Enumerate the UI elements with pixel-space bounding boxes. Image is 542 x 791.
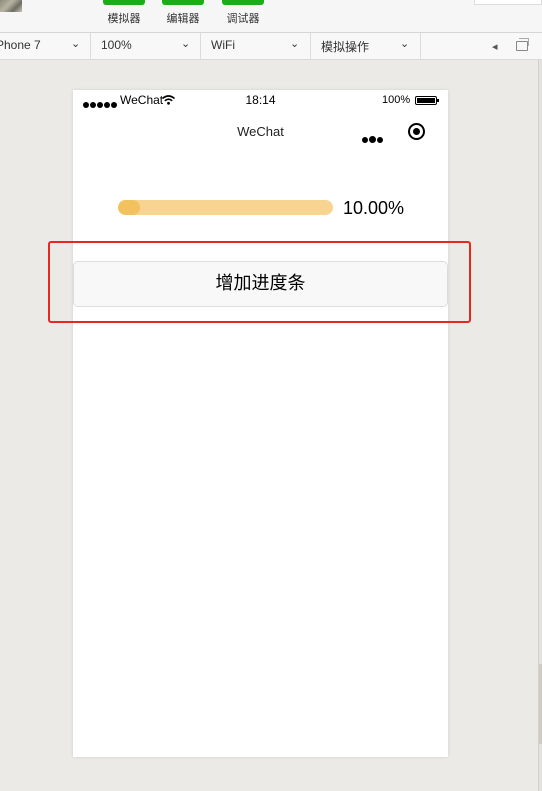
progress-bar	[118, 200, 333, 215]
more-icon[interactable]	[362, 130, 384, 143]
device-bar: Phone 7 ⌄ 100% ⌄ WiFi ⌄ 模拟操作 ⌄	[0, 33, 542, 60]
phone-simulator: WeChat 18:14 100% WeChat 10.00% 增加进度条	[73, 90, 448, 757]
highlight-annotation	[48, 241, 471, 323]
network-select-value: WiFi	[211, 38, 235, 52]
avatar[interactable]	[0, 0, 22, 12]
action-select-value: 模拟操作	[321, 40, 370, 54]
battery-percent: 100%	[382, 94, 411, 106]
debugger-tool-label: 调试器	[226, 13, 260, 25]
search-input[interactable]	[474, 0, 542, 5]
progress-label: 10.00%	[343, 198, 405, 218]
device-select[interactable]: Phone 7 ⌄	[0, 33, 91, 59]
action-select[interactable]: 模拟操作 ⌄	[311, 33, 421, 59]
network-select[interactable]: WiFi ⌄	[201, 33, 311, 59]
debugger-tool-icon	[222, 0, 264, 5]
editor-tool-label: 编辑器	[166, 13, 200, 25]
top-toolbar: 模拟器 编辑器 调试器	[0, 0, 542, 33]
device-select-value: Phone 7	[0, 38, 41, 52]
chevron-down-icon: ⌄	[290, 38, 300, 50]
editor-tool-icon	[162, 0, 204, 5]
zoom-select-value: 100%	[101, 38, 132, 52]
chevron-down-icon: ⌄	[71, 38, 81, 50]
simulator-tool-icon	[103, 0, 145, 5]
status-bar: WeChat 18:14 100%	[73, 90, 448, 110]
window-icon[interactable]	[516, 38, 529, 51]
close-icon[interactable]	[408, 123, 425, 140]
zoom-select[interactable]: 100% ⌄	[91, 33, 201, 59]
scrollbar[interactable]	[538, 60, 542, 791]
volume-icon[interactable]: ◂	[492, 40, 498, 53]
progress-fill	[118, 200, 140, 215]
editor-tool-button[interactable]: 编辑器	[162, 0, 204, 28]
simulator-tool-label: 模拟器	[107, 13, 141, 25]
battery-icon	[415, 96, 439, 105]
chevron-down-icon: ⌄	[181, 38, 191, 50]
debugger-tool-button[interactable]: 调试器	[222, 0, 264, 28]
simulator-tool-button[interactable]: 模拟器	[103, 0, 145, 28]
chevron-down-icon: ⌄	[400, 38, 410, 50]
page-title: WeChat	[237, 124, 284, 139]
